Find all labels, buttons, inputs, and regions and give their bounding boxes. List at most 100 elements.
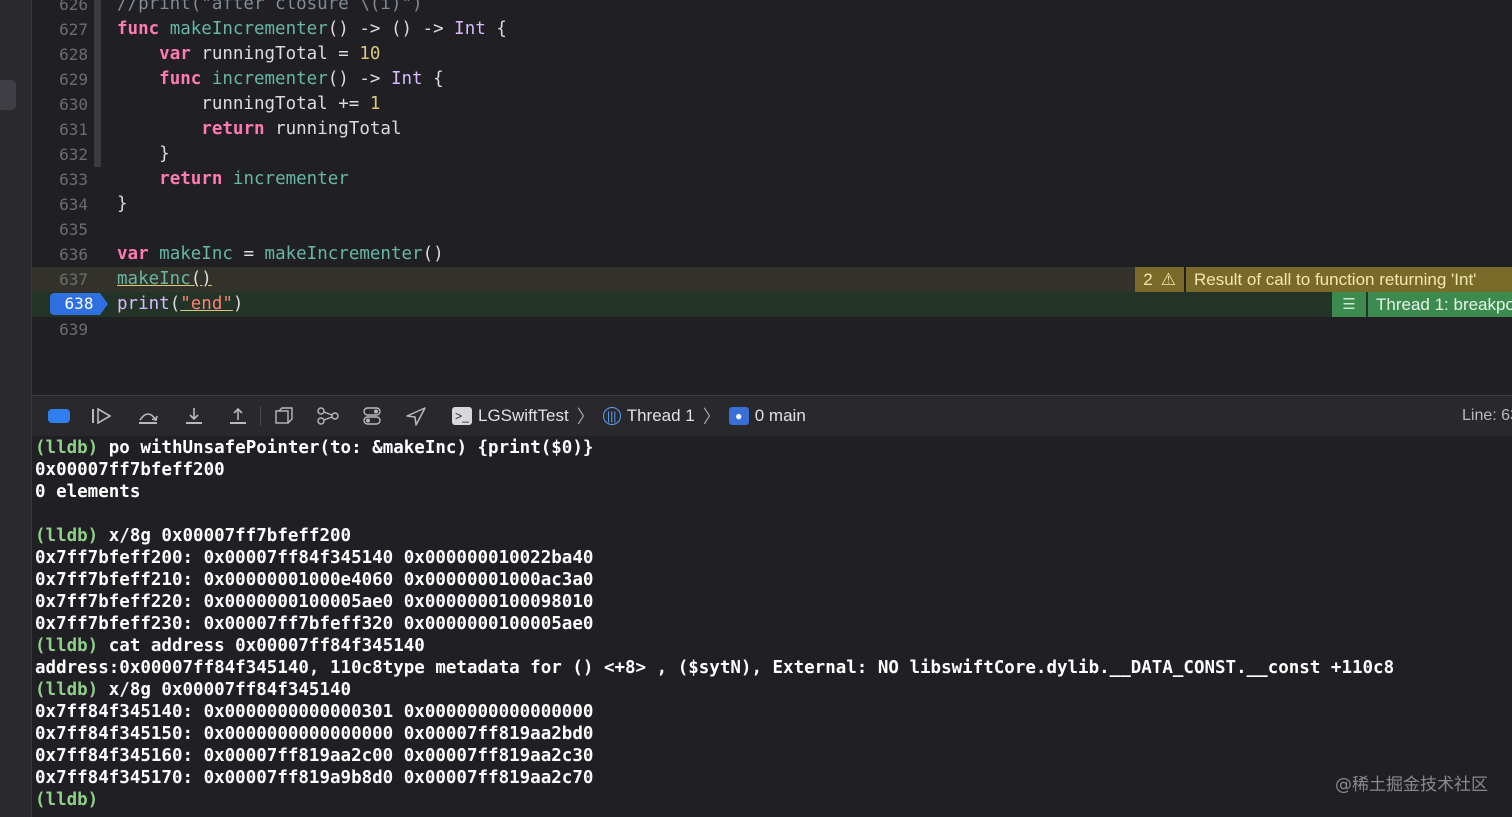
console-line: (lldb) x/8g 0x00007ff7bfeff200 xyxy=(35,525,351,547)
code-line[interactable]: 635 xyxy=(32,217,1512,242)
code-text[interactable]: var makeInc = makeIncrementer() xyxy=(117,242,444,267)
step-out-icon[interactable] xyxy=(226,404,250,428)
step-over-icon[interactable] xyxy=(136,404,160,428)
warning-badge[interactable]: 2 ⚠ Result of call to function returning '… xyxy=(1135,267,1512,292)
code-token: var xyxy=(159,44,202,64)
lldb-prompt: (lldb) xyxy=(35,636,99,656)
breakpoint-message[interactable]: Thread 1: breakpoint xyxy=(1368,292,1512,317)
line-number[interactable]: 630 xyxy=(32,92,88,117)
code-text[interactable]: var runningTotal = 10 xyxy=(117,42,380,67)
step-into-icon[interactable] xyxy=(182,404,206,428)
code-line[interactable]: 626 //print("after closure \(i)") xyxy=(32,0,1512,17)
code-token: Int xyxy=(390,69,423,89)
view-hierarchy-icon[interactable] xyxy=(272,404,296,428)
console-text: 0x7ff84f345170: 0x00007ff819a9b8d0 0x000… xyxy=(35,768,594,788)
warning-count[interactable]: 2 ⚠ xyxy=(1135,267,1186,292)
code-text[interactable]: //print("after closure \(i)") xyxy=(117,0,423,17)
code-token: makeInc xyxy=(117,269,191,289)
chevron-right-icon: 〉 xyxy=(576,407,595,427)
line-number[interactable]: 626 xyxy=(32,0,88,17)
console-line: 0x7ff84f345160: 0x00007ff819aa2c00 0x000… xyxy=(35,745,593,767)
console-line: 0x7ff84f345140: 0x0000000000000301 0x000… xyxy=(35,701,593,723)
code-line[interactable]: 627 func makeIncrementer() -> () -> Int { xyxy=(32,17,1512,42)
code-line[interactable]: 628 var runningTotal = 10 xyxy=(32,42,1512,67)
console-text: address:0x00007ff84f345140, 110c8type me… xyxy=(35,658,1395,678)
breakpoints-toggle-button[interactable] xyxy=(48,409,70,423)
breadcrumb-target[interactable]: LGSwiftTest xyxy=(478,406,569,426)
console-line: (lldb) cat address 0x00007ff84f345140 xyxy=(35,635,425,657)
line-number[interactable]: 627 xyxy=(32,17,88,42)
code-line[interactable]: 633 return incrementer xyxy=(32,167,1512,192)
console-text: x/8g 0x00007ff7bfeff200 xyxy=(98,526,352,546)
code-line[interactable]: 637 makeInc() 2 ⚠ Result of call to function… xyxy=(32,267,1512,292)
console-text: 0x7ff84f345140: 0x0000000000000301 0x000… xyxy=(35,702,594,722)
code-line[interactable]: 629 func incrementer() -> Int { xyxy=(32,67,1512,92)
fold-ribbon[interactable] xyxy=(94,142,101,167)
menu-lines-icon: ☰ xyxy=(1332,292,1368,317)
code-text[interactable]: makeInc() xyxy=(117,267,212,292)
line-number[interactable]: 635 xyxy=(32,217,88,242)
debug-breadcrumb: >_ LGSwiftTest 〉 ||| Thread 1 〉 ● 0 main xyxy=(452,396,806,436)
environment-overrides-icon[interactable] xyxy=(360,404,384,428)
code-text[interactable]: func incrementer() -> Int { xyxy=(117,67,444,92)
line-number[interactable]: 631 xyxy=(32,117,88,142)
console-text: 0x7ff7bfeff210: 0x00000001000e4060 0x000… xyxy=(35,570,594,590)
fold-ribbon[interactable] xyxy=(94,67,101,92)
console-line: 0x7ff7bfeff210: 0x00000001000e4060 0x000… xyxy=(35,569,593,591)
console-text: po withUnsafePointer(to: &makeInc) {prin… xyxy=(98,438,594,458)
code-token: func xyxy=(159,69,212,89)
fold-ribbon[interactable] xyxy=(94,0,101,17)
breakpoint-indicator[interactable]: 638 xyxy=(50,293,108,315)
console-text: cat address 0x00007ff84f345140 xyxy=(98,636,425,656)
code-text[interactable]: runningTotal += 1 xyxy=(117,92,380,117)
code-line[interactable]: 634} xyxy=(32,192,1512,217)
code-text[interactable]: func makeIncrementer() -> () -> Int { xyxy=(117,17,507,42)
memory-graph-icon[interactable] xyxy=(316,404,340,428)
line-number[interactable]: 629 xyxy=(32,67,88,92)
line-number[interactable]: 636 xyxy=(32,242,88,267)
fold-ribbon[interactable] xyxy=(94,117,101,142)
code-line[interactable]: 632 } xyxy=(32,142,1512,167)
code-line[interactable]: 638 print("end") ☰Thread 1: breakpoint xyxy=(32,292,1512,317)
breadcrumb-thread[interactable]: Thread 1 xyxy=(627,406,695,426)
simulate-location-icon[interactable] xyxy=(404,404,428,428)
code-text[interactable]: } xyxy=(117,142,170,167)
code-text[interactable]: return runningTotal xyxy=(117,117,401,142)
fold-ribbon[interactable] xyxy=(94,17,101,42)
code-text[interactable]: return incrementer xyxy=(117,167,349,192)
code-text[interactable]: print("end") xyxy=(117,292,243,317)
code-editor[interactable]: 626 //print("after closure \(i)") 627 func … xyxy=(32,0,1512,395)
code-token: var xyxy=(117,244,160,264)
code-text[interactable]: } xyxy=(117,192,128,217)
line-number[interactable]: 632 xyxy=(32,142,88,167)
code-token: incrementer xyxy=(211,69,328,89)
line-number[interactable]: 639 xyxy=(32,317,88,342)
navigator-sidebar xyxy=(0,0,32,817)
code-token: () xyxy=(422,244,444,264)
console-line: 0x7ff7bfeff200: 0x00007ff84f345140 0x000… xyxy=(35,547,593,569)
code-token: func xyxy=(117,19,170,39)
code-line[interactable]: 639 xyxy=(32,317,1512,342)
line-number[interactable]: 634 xyxy=(32,192,88,217)
breakpoint-badge[interactable]: ☰Thread 1: breakpoint xyxy=(1332,292,1512,317)
fold-ribbon[interactable] xyxy=(94,92,101,117)
console-text: 0x7ff84f345150: 0x0000000000000000 0x000… xyxy=(35,724,594,744)
sidebar-selection[interactable] xyxy=(0,80,16,110)
warning-message[interactable]: Result of call to function returning 'In… xyxy=(1186,267,1512,292)
code-line[interactable]: 631 return runningTotal xyxy=(32,117,1512,142)
code-token: = xyxy=(232,244,265,264)
line-number[interactable]: 637 xyxy=(32,267,88,292)
line-number[interactable]: 628 xyxy=(32,42,88,67)
lldb-console[interactable]: (lldb) po withUnsafePointer(to: &makeInc… xyxy=(32,436,1512,817)
fold-ribbon[interactable] xyxy=(94,42,101,67)
line-number[interactable]: 633 xyxy=(32,167,88,192)
code-line[interactable]: 630 runningTotal += 1 xyxy=(32,92,1512,117)
console-text: 0x00007ff7bfeff200 xyxy=(35,460,225,480)
code-line[interactable]: 636 var makeInc = makeIncrementer() xyxy=(32,242,1512,267)
console-line: 0 elements xyxy=(35,481,140,503)
console-text: 0x7ff7bfeff220: 0x0000000100005ae0 0x000… xyxy=(35,592,594,612)
breadcrumb-frame[interactable]: 0 main xyxy=(755,406,806,426)
continue-icon[interactable] xyxy=(90,404,114,428)
